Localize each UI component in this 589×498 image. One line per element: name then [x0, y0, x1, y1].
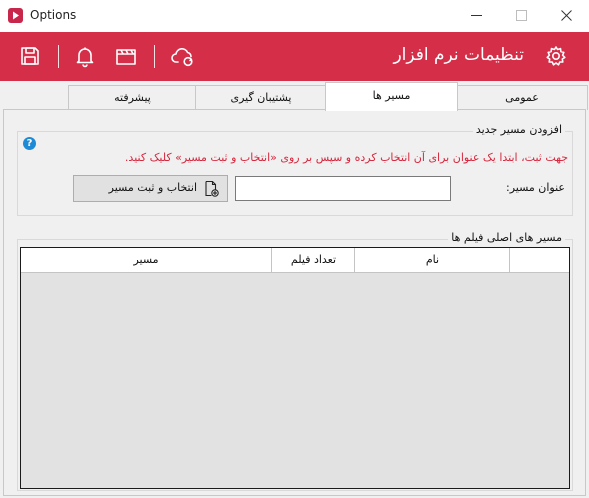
tab-strip: پیشرفته پشتیبان گیری مسیر ها عمومی [0, 81, 589, 111]
select-and-register-path-label: انتخاب و ثبت مسیر [108, 181, 197, 194]
select-and-register-path-button[interactable]: انتخاب و ثبت مسیر [73, 175, 228, 202]
minimize-button[interactable] [454, 0, 499, 32]
bell-icon[interactable] [73, 44, 97, 68]
close-icon [561, 10, 572, 21]
clapperboard-icon[interactable] [114, 44, 138, 68]
toolbar: تنظیمات نرم افزار [0, 32, 589, 81]
path-title-label: عنوان مسیر: [506, 181, 565, 194]
add-file-icon [205, 180, 219, 197]
column-header-name[interactable]: نام [354, 248, 510, 272]
column-header-movie-count[interactable]: تعداد فیلم [271, 248, 355, 272]
cloud-sync-icon[interactable] [170, 44, 194, 68]
toolbar-separator [154, 45, 155, 68]
tab-paths[interactable]: مسیر ها [325, 82, 458, 111]
add-path-group: افزودن مسیر جدید [17, 123, 573, 216]
close-button[interactable] [544, 0, 589, 32]
toolbar-title: تنظیمات نرم افزار [393, 45, 524, 65]
paths-table[interactable]: نام تعداد فیلم مسیر [20, 247, 570, 489]
path-title-input[interactable] [235, 176, 451, 201]
tab-advanced[interactable]: پیشرفته [68, 85, 197, 110]
tab-general[interactable]: عمومی [456, 85, 588, 110]
toolbar-separator [58, 45, 59, 68]
tab-panel-paths: افزودن مسیر جدید ? جهت ثبت، ابتدا یک عنو… [3, 109, 586, 496]
maximize-button[interactable] [499, 0, 544, 32]
tab-backup[interactable]: پشتیبان گیری [195, 85, 327, 110]
window-title: Options [30, 8, 77, 22]
gear-icon[interactable] [544, 44, 568, 68]
add-path-hint: جهت ثبت، ابتدا یک عنوان برای آن انتخاب ک… [124, 151, 568, 164]
table-header: نام تعداد فیلم مسیر [21, 248, 569, 273]
maximize-icon [516, 10, 527, 21]
window-titlebar: Options [0, 0, 589, 33]
app-play-icon [8, 8, 23, 23]
column-header-blank[interactable] [509, 248, 570, 272]
main-paths-legend: مسیر های اصلی فیلم ها [448, 231, 565, 244]
minimize-icon [471, 15, 482, 16]
save-icon[interactable] [18, 44, 42, 68]
column-header-path[interactable]: مسیر [21, 248, 271, 272]
add-path-legend: افزودن مسیر جدید [472, 123, 565, 136]
help-icon[interactable]: ? [23, 137, 36, 150]
